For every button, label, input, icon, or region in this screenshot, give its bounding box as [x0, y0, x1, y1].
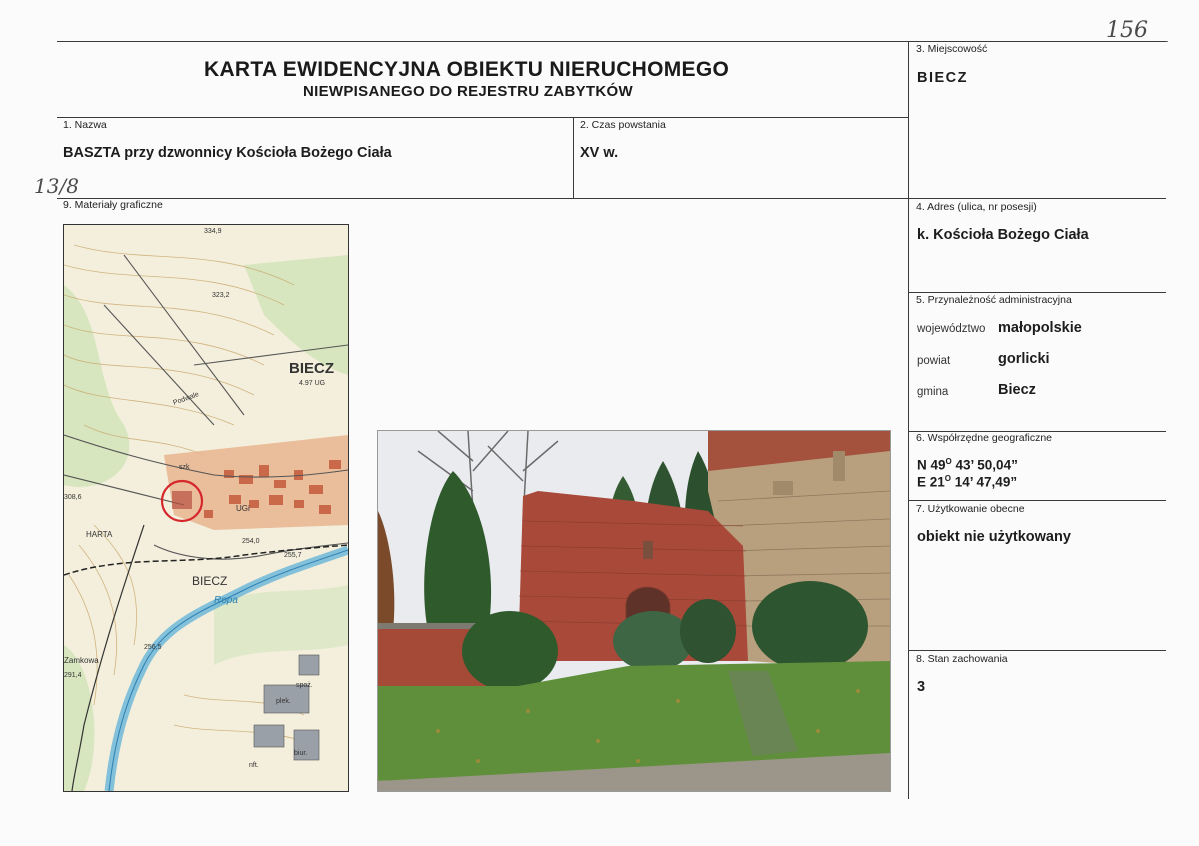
name-value: BASZTA przy dzwonnicy Kościoła Bożego Ci…: [63, 145, 392, 161]
commune-value: Biecz: [998, 382, 1036, 398]
admin-label: 5. Przynależność administracyjna: [916, 294, 1072, 306]
map-label-biecz-top: BIECZ: [289, 360, 334, 377]
map-label-zamkowa: Zamkowa: [64, 656, 99, 665]
map-label-biecz-num: 4.97 UG: [299, 380, 325, 387]
time-label: 2. Czas powstania: [580, 119, 666, 131]
county-label: powiat: [917, 355, 951, 367]
map-label-harta: HARTA: [86, 530, 113, 539]
map-label-nft: nft.: [249, 762, 259, 769]
address-label: 4. Adres (ulica, nr posesji): [916, 201, 1037, 213]
locality-value: BIECZ: [917, 70, 968, 86]
map-spot-2: 323,2: [212, 292, 230, 299]
commune-label: gmina: [917, 386, 949, 398]
top-rule: [57, 41, 1166, 42]
name-label: 1. Nazwa: [63, 119, 107, 131]
right-column-divider: [908, 41, 909, 799]
materials-handwritten-note: 13/8: [34, 174, 79, 198]
map-drawing: BIECZ 4.97 UG BIECZ HARTA Zamkowa Ropa P…: [64, 225, 348, 791]
map-label-ugi: UGi: [236, 504, 250, 513]
map-spot-6: 256,5: [144, 644, 162, 651]
usage-value: obiekt nie użytkowany: [917, 529, 1071, 545]
voivodeship-value: małopolskie: [998, 320, 1082, 336]
title-bottom-rule: [57, 117, 909, 118]
map-spot-5: 255,7: [284, 552, 302, 559]
county-value: gorlicki: [998, 351, 1050, 367]
map-label-biecz-bottom: BIECZ: [192, 574, 227, 588]
topographic-map: BIECZ 4.97 UG BIECZ HARTA Zamkowa Ropa P…: [63, 224, 349, 792]
time-value: XV w.: [580, 145, 619, 161]
locality-label: 3. Miejscowość: [916, 43, 988, 55]
map-spot-3: 308,6: [64, 494, 82, 501]
usage-label: 7. Użytkowanie obecne: [916, 503, 1025, 515]
usage-bottom-rule: [908, 650, 1166, 651]
coords-bottom-rule: [908, 500, 1166, 501]
voivodeship-label: województwo: [917, 323, 986, 335]
name-time-divider: [573, 117, 574, 198]
map-label-spoz: spoż.: [296, 682, 313, 689]
materials-label: 9. Materiały graficzne: [63, 199, 163, 211]
map-spot-4: 254,0: [242, 538, 260, 545]
map-label-ropa: Ropa: [214, 595, 238, 606]
address-value: k. Kościoła Bożego Ciała: [917, 227, 1089, 243]
map-label-plek: plek.: [276, 698, 291, 705]
name-bottom-rule: [57, 198, 1166, 199]
card-title: KARTA EWIDENCYJNA OBIEKTU NIERUCHOMEGO: [204, 58, 730, 81]
coords-north: N 49O 43’ 50,04”: [917, 457, 1018, 473]
coords-east: E 21O 14’ 47,49”: [917, 474, 1018, 490]
condition-label: 8. Stan zachowania: [916, 653, 1008, 665]
map-spot-7: 291,4: [64, 672, 82, 679]
site-photograph: [377, 430, 891, 792]
addr-bottom-rule: [908, 292, 1166, 293]
map-spot-1: 334,9: [204, 228, 222, 235]
page-number-handwritten: 156: [1106, 18, 1148, 43]
condition-value: 3: [917, 679, 926, 695]
card-subtitle: NIEWPISANEGO DO REJESTRU ZABYTKÓW: [303, 83, 633, 100]
map-label-biur: biur.: [294, 750, 307, 757]
photo-drawing: [378, 431, 890, 791]
coords-label: 6. Współrzędne geograficzne: [916, 432, 1052, 444]
map-label-szk: szk: [179, 464, 190, 471]
